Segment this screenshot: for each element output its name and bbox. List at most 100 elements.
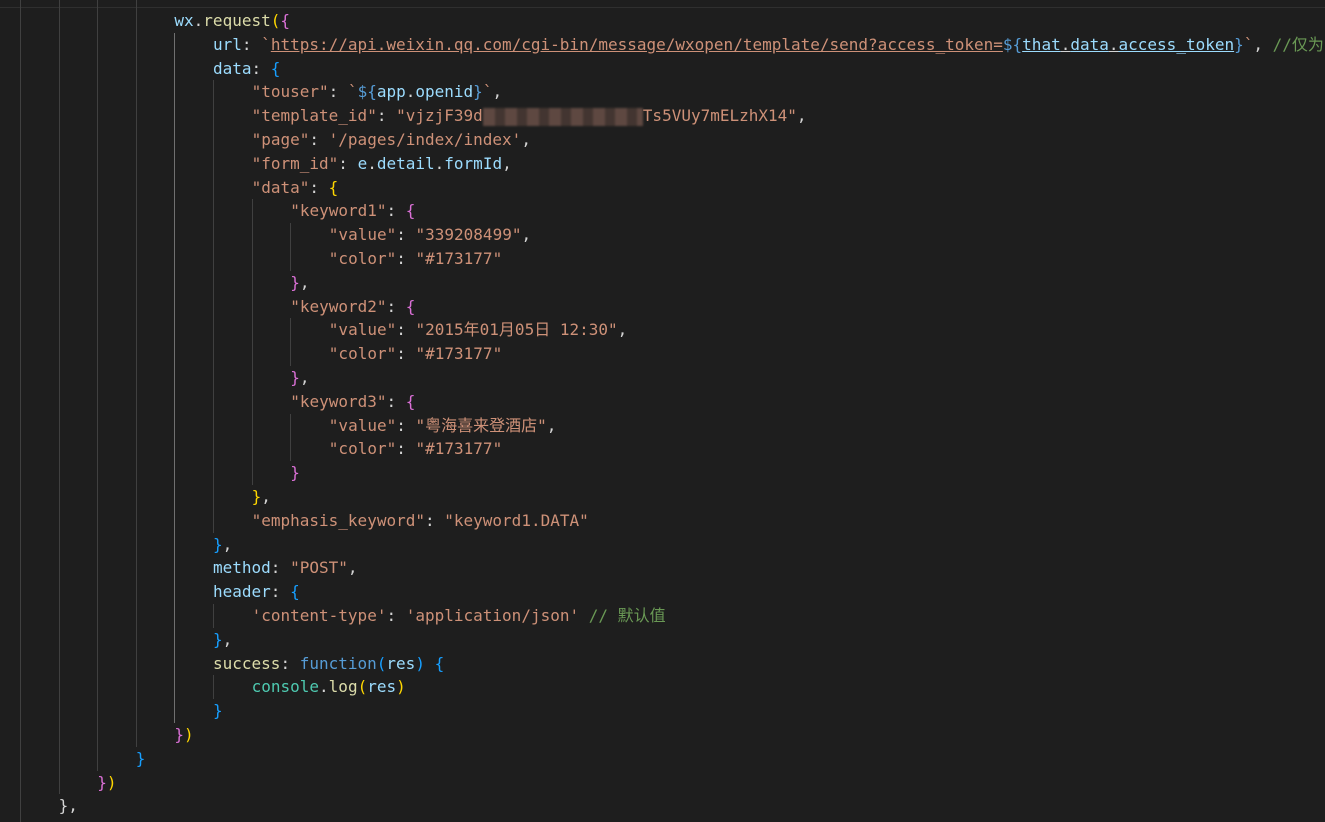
code-line[interactable]: method: "POST", bbox=[213, 556, 358, 580]
code-token: { bbox=[434, 653, 445, 673]
code-token: . bbox=[1108, 34, 1119, 54]
code-line[interactable]: "value": "2015年01月05日 12:30", bbox=[329, 318, 627, 342]
code-line[interactable]: "value": "339208499", bbox=[329, 223, 531, 247]
code-token: } bbox=[290, 368, 300, 387]
code-token: ( bbox=[376, 653, 387, 673]
code-line[interactable]: wx.request({ bbox=[174, 9, 290, 33]
code-token: "keyword1" bbox=[290, 201, 387, 221]
code-token: : bbox=[338, 153, 358, 173]
code-token: } bbox=[174, 725, 185, 744]
code-line[interactable]: "form_id": e.detail.formId, bbox=[252, 152, 512, 176]
indent-guide bbox=[290, 318, 291, 366]
code-token: { bbox=[270, 58, 281, 78]
code-token: url bbox=[213, 34, 242, 54]
code-token: 'application/json' bbox=[405, 606, 580, 625]
code-line[interactable]: "touser": `${app.openid}`, bbox=[252, 80, 503, 104]
redacted-block bbox=[482, 107, 643, 126]
indent-guide bbox=[136, 0, 137, 747]
code-token: res bbox=[386, 653, 416, 673]
code-token: , bbox=[1253, 34, 1273, 54]
indent-guide bbox=[59, 0, 60, 795]
code-line[interactable]: "value": "粤海喜来登酒店", bbox=[329, 414, 557, 438]
indent-guide bbox=[290, 223, 291, 271]
code-token: ` bbox=[347, 82, 358, 102]
code-line[interactable]: "page": '/pages/index/index', bbox=[252, 128, 531, 152]
code-token: request bbox=[203, 11, 271, 30]
code-token: ) bbox=[415, 653, 425, 673]
code-token: e bbox=[357, 153, 368, 173]
code-line[interactable]: }, bbox=[290, 366, 309, 390]
code-line[interactable]: }, bbox=[213, 533, 232, 557]
code-line[interactable]: "color": "#173177" bbox=[329, 247, 502, 271]
code-token: : bbox=[376, 106, 397, 126]
code-token: 'content-type' bbox=[251, 606, 387, 625]
code-editor[interactable]: wx.request({url: `https://api.weixin.qq.… bbox=[0, 0, 1325, 822]
code-token: : bbox=[309, 130, 329, 149]
code-token: } bbox=[213, 701, 223, 721]
code-token: : bbox=[424, 510, 445, 530]
code-line[interactable]: } bbox=[290, 461, 300, 485]
code-line[interactable]: data: { bbox=[213, 57, 280, 81]
code-token: '/pages/index/index' bbox=[328, 130, 522, 149]
code-token: , bbox=[521, 130, 531, 149]
code-token: { bbox=[328, 177, 339, 197]
code-token: } bbox=[213, 534, 223, 554]
code-token: "keyword3" bbox=[290, 391, 387, 411]
code-token: detail bbox=[376, 153, 435, 173]
code-line[interactable]: "color": "#173177" bbox=[329, 342, 502, 366]
code-line[interactable]: console.log(res) bbox=[252, 675, 406, 699]
code-line[interactable]: }) bbox=[174, 723, 193, 747]
code-line[interactable]: } bbox=[213, 699, 223, 723]
code-token: : bbox=[396, 415, 416, 435]
code-line[interactable]: "keyword2": { bbox=[290, 295, 415, 319]
code-line[interactable]: }, bbox=[252, 485, 271, 509]
code-token: } bbox=[97, 772, 107, 792]
indent-guide bbox=[174, 32, 175, 723]
code-line[interactable]: }, bbox=[213, 628, 232, 652]
code-token: that bbox=[1022, 34, 1061, 54]
code-line[interactable]: }, bbox=[290, 271, 309, 295]
indent-guide bbox=[97, 0, 98, 771]
code-token: "template_id" bbox=[251, 106, 377, 126]
code-line[interactable]: "keyword3": { bbox=[290, 390, 415, 414]
indent-guide bbox=[20, 0, 21, 822]
code-token: log bbox=[328, 677, 358, 697]
code-token: : bbox=[270, 558, 291, 578]
code-token: access_token bbox=[1118, 34, 1235, 54]
code-line[interactable]: "keyword1": { bbox=[290, 199, 415, 223]
code-line[interactable]: success: function(res) { bbox=[213, 652, 444, 676]
code-line[interactable]: }, bbox=[59, 794, 78, 818]
code-token: openid bbox=[415, 82, 474, 102]
code-line[interactable]: "data": { bbox=[252, 176, 339, 200]
indent-guide bbox=[213, 675, 214, 700]
code-token: console bbox=[251, 677, 320, 697]
code-token: }, bbox=[58, 796, 78, 816]
code-line[interactable]: }) bbox=[97, 771, 116, 795]
indent-guide bbox=[213, 604, 214, 628]
code-token: "form_id" bbox=[251, 153, 339, 173]
code-token: "POST" bbox=[290, 558, 348, 578]
code-token: wx bbox=[174, 11, 194, 30]
code-line[interactable]: "color": "#173177" bbox=[329, 437, 502, 461]
code-token: } bbox=[251, 487, 262, 506]
code-token: : bbox=[328, 82, 348, 102]
code-token: , bbox=[546, 415, 557, 435]
code-line[interactable]: url: `https://api.weixin.qq.com/cgi-bin/… bbox=[213, 33, 1324, 57]
code-token: , bbox=[299, 272, 310, 292]
code-line[interactable]: header: { bbox=[213, 580, 300, 604]
code-token: res bbox=[367, 677, 397, 697]
code-token: . bbox=[193, 11, 204, 30]
indent-guide bbox=[252, 199, 253, 485]
code-line[interactable]: 'content-type': 'application/json' // 默认… bbox=[252, 604, 666, 628]
code-token: Ts5VUy7mELzhX14" bbox=[642, 106, 797, 126]
code-token: } bbox=[290, 272, 300, 292]
code-line[interactable]: "emphasis_keyword": "keyword1.DATA" bbox=[252, 509, 589, 533]
code-token: : bbox=[386, 296, 406, 316]
code-line[interactable]: } bbox=[136, 747, 146, 771]
code-line[interactable]: "template_id": "vjzjF39d Ts5VUy7mELzhX14"… bbox=[252, 104, 807, 128]
code-token: https://api.weixin.qq.com/cgi-bin/messag… bbox=[270, 34, 1003, 54]
code-token: : bbox=[396, 249, 416, 268]
code-token: { bbox=[405, 296, 416, 316]
code-token: ( bbox=[357, 677, 368, 697]
